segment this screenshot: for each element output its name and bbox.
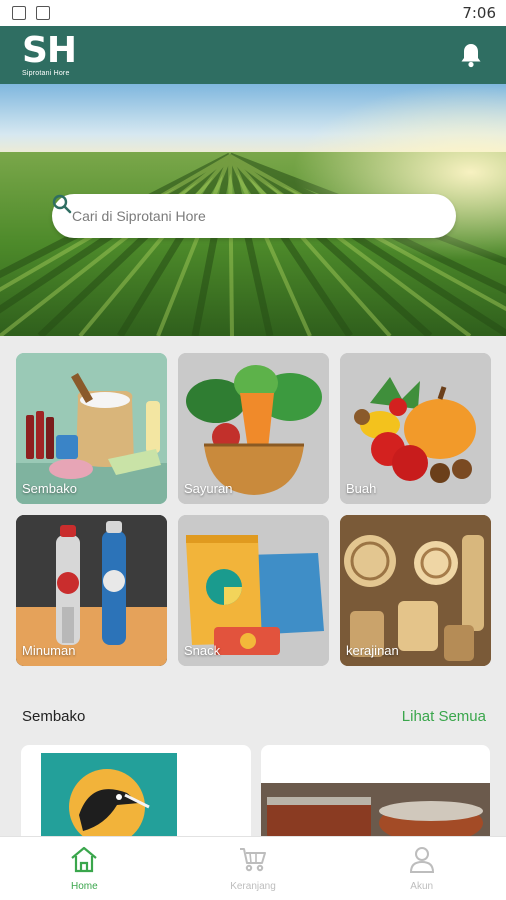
category-card-minuman[interactable]: Minuman bbox=[16, 515, 167, 666]
logo-mark: SH bbox=[22, 30, 77, 71]
user-icon bbox=[407, 845, 437, 878]
category-card-buah[interactable]: Buah bbox=[340, 353, 491, 504]
app-logo: SH Siprotani Hore bbox=[22, 30, 77, 78]
category-label: Sembako bbox=[22, 481, 77, 496]
home-icon bbox=[69, 845, 99, 878]
category-grid: Sembako Sayuran Buah Minuman Snack keraj… bbox=[16, 353, 492, 666]
category-label: Snack bbox=[184, 643, 221, 658]
nav-label: Keranjang bbox=[230, 881, 276, 892]
nav-label: Home bbox=[70, 881, 98, 892]
section-header: Sembako Lihat Semua bbox=[22, 708, 486, 725]
status-icons bbox=[12, 6, 50, 20]
category-label: Sayuran bbox=[184, 481, 233, 496]
category-card-snack[interactable]: Snack bbox=[178, 515, 329, 666]
product-image bbox=[41, 753, 177, 840]
image-icon bbox=[12, 6, 26, 20]
category-card-kerajinan[interactable]: kerajinan bbox=[340, 515, 491, 666]
category-label: Buah bbox=[346, 481, 377, 496]
see-all-link[interactable]: Lihat Semua bbox=[402, 708, 486, 725]
category-label: Minuman bbox=[22, 643, 76, 658]
bell-icon[interactable] bbox=[458, 42, 484, 68]
search-bar[interactable]: Cari di Siprotani Hore bbox=[52, 194, 456, 238]
category-card-sayuran[interactable]: Sayuran bbox=[178, 353, 329, 504]
nav-akun[interactable]: Akun bbox=[337, 837, 506, 900]
nav-label: Akun bbox=[410, 881, 434, 892]
product-card[interactable] bbox=[261, 745, 490, 840]
category-label: kerajinan bbox=[346, 643, 399, 658]
bottom-navigation: Home Keranjang Akun bbox=[0, 836, 506, 900]
logo-subtitle: Siprotani Hore bbox=[22, 70, 70, 77]
app-bar: SH Siprotani Hore bbox=[0, 26, 506, 84]
section-title: Sembako bbox=[22, 708, 86, 725]
hero-banner: Cari di Siprotani Hore bbox=[0, 84, 506, 336]
search-placeholder[interactable]: Cari di Siprotani Hore bbox=[72, 208, 206, 224]
product-card[interactable] bbox=[21, 745, 251, 840]
app-icon bbox=[36, 6, 50, 20]
status-time: 7:06 bbox=[462, 4, 496, 22]
cart-icon bbox=[238, 845, 268, 878]
nav-keranjang[interactable]: Keranjang bbox=[169, 837, 338, 900]
product-image bbox=[261, 783, 490, 840]
nav-home[interactable]: Home bbox=[0, 837, 169, 900]
status-bar: 7:06 bbox=[0, 0, 506, 26]
category-card-sembako[interactable]: Sembako bbox=[16, 353, 167, 504]
